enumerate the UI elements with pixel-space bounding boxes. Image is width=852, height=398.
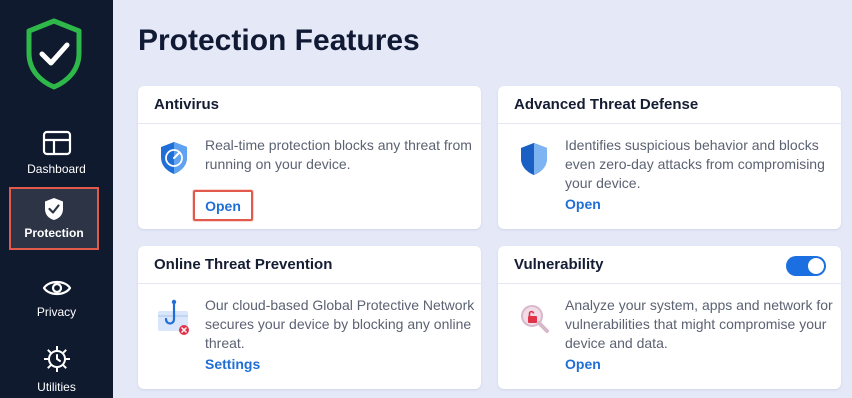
eye-icon <box>42 280 71 296</box>
sidebar-item-label: Privacy <box>36 305 77 319</box>
shield-check-icon <box>45 198 63 220</box>
toggle-knob <box>808 258 824 274</box>
sidebar-item-privacy[interactable]: Privacy <box>0 277 113 319</box>
card-title: Online Threat Prevention <box>154 256 333 273</box>
magnifier-lock-icon <box>521 305 549 333</box>
brand-shield-logo-icon <box>26 18 82 90</box>
card-divider <box>138 123 481 124</box>
advanced-threat-defense-card: Advanced Threat Defense Identifies suspi… <box>498 86 841 229</box>
card-divider <box>498 283 841 284</box>
card-description: Real-time protection blocks any threat f… <box>205 137 472 172</box>
card-description: Identifies suspicious behavior and block… <box>565 137 825 191</box>
web-hook-icon <box>158 299 189 335</box>
gear-icon <box>43 346 70 372</box>
card-divider <box>498 123 841 124</box>
card-description: Our cloud-based Global Protective Networ… <box>205 297 475 351</box>
sidebar-item-utilities[interactable]: Utilities <box>0 344 113 394</box>
sidebar-item-label: Utilities <box>37 380 76 394</box>
card-description: Analyze your system, apps and network fo… <box>565 297 833 351</box>
card-title: Advanced Threat Defense <box>514 96 699 113</box>
antivirus-open-button[interactable]: Open <box>193 190 253 221</box>
sidebar-item-dashboard[interactable]: Dashboard <box>0 130 113 176</box>
vulnerability-open-button[interactable]: Open <box>565 356 601 372</box>
otp-settings-button[interactable]: Settings <box>205 356 260 372</box>
atd-open-button[interactable]: Open <box>565 196 601 212</box>
sidebar-item-label: Dashboard <box>27 162 86 176</box>
online-threat-prevention-card: Online Threat Prevention Our cloud-based… <box>138 246 481 389</box>
card-divider <box>138 283 481 284</box>
threat-defense-shield-icon <box>521 143 547 175</box>
page-title: Protection Features <box>138 24 420 57</box>
antivirus-card: Antivirus Real-time protection blocks an… <box>138 86 481 229</box>
card-title: Antivirus <box>154 96 220 113</box>
vulnerability-card: Vulnerability Analyze your system, apps … <box>498 246 841 389</box>
antivirus-shield-icon <box>161 142 187 174</box>
dashboard-icon <box>42 130 71 156</box>
card-title: Vulnerability <box>514 256 604 273</box>
sidebar-item-label: Protection <box>24 226 84 240</box>
vulnerability-toggle[interactable] <box>786 256 826 276</box>
sidebar-item-protection[interactable]: Protection <box>9 187 99 250</box>
sidebar: Dashboard Protection Privacy Utilities <box>0 0 113 398</box>
